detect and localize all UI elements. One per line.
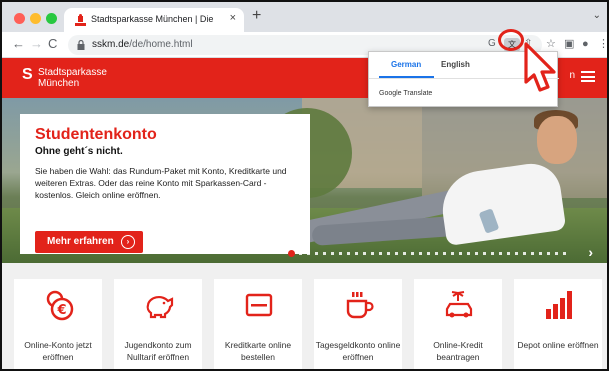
- reload-button[interactable]: C: [48, 37, 57, 51]
- tile-label: Jugendkonto zum Nulltarif eröffnen: [124, 340, 192, 362]
- tile-label: Online-Konto jetzt eröffnen: [24, 340, 92, 362]
- bar-chart-icon: [546, 291, 572, 319]
- url-path: /de/home.html: [129, 39, 193, 50]
- hero-banner: Studentenkonto Ohne geht´s nicht. Sie ha…: [2, 98, 607, 263]
- car-palm-icon: [445, 291, 473, 318]
- lock-icon: [77, 40, 85, 50]
- new-tab-button[interactable]: +: [252, 8, 261, 24]
- quick-link-tile[interactable]: Online-Kredit beantragen: [414, 279, 502, 369]
- url-text[interactable]: sskm.de/de/home.html: [92, 39, 193, 50]
- logo-line-1: Stadtsparkasse: [38, 67, 107, 78]
- quick-link-tile[interactable]: Tagesgeldkonto online eröffnen: [314, 279, 402, 369]
- carousel-dots[interactable]: [299, 252, 569, 255]
- chevron-right-circle-icon: ›: [121, 235, 135, 249]
- side-panel-icon[interactable]: ▣: [564, 38, 574, 50]
- tile-label: Tagesgeldkonto online eröffnen: [315, 340, 401, 362]
- google-lens-icon[interactable]: G: [488, 38, 496, 49]
- browser-menu-icon[interactable]: ⋮: [598, 38, 607, 50]
- mouse-pointer-icon: [524, 42, 556, 92]
- tile-label: Kreditkarte online bestellen: [224, 340, 292, 362]
- piggy-bank-icon: [146, 295, 174, 319]
- svg-text:€: €: [56, 303, 66, 318]
- tab-close-icon[interactable]: ×: [230, 12, 236, 24]
- hero-text: Sie haben die Wahl: das Rundum-Paket mit…: [35, 166, 287, 200]
- tab-search-icon[interactable]: ⌄: [593, 10, 601, 21]
- quick-link-tile[interactable]: € Online-Konto jetzt eröffnen: [14, 279, 102, 369]
- hero-subtitle: Ohne geht´s nicht.: [35, 146, 123, 157]
- browser-tab[interactable]: Stadtsparkasse München | Die ×: [64, 8, 244, 32]
- tile-label: Online-Kredit beantragen: [433, 340, 483, 362]
- translate-lang-target-tab[interactable]: English: [441, 60, 470, 69]
- credit-card-icon: [245, 293, 273, 317]
- carousel-next-icon[interactable]: ›: [588, 244, 593, 260]
- forward-button[interactable]: →: [30, 37, 43, 51]
- tile-label: Depot online eröffnen: [517, 340, 599, 350]
- hero-teaser-card: Studentenkonto Ohne geht´s nicht. Sie ha…: [20, 114, 310, 254]
- coffee-cup-icon: [346, 292, 374, 319]
- back-button[interactable]: ←: [12, 37, 25, 51]
- quick-link-tile[interactable]: Kreditkarte online bestellen: [214, 279, 302, 369]
- profile-avatar-icon[interactable]: ●: [582, 38, 589, 50]
- sparkasse-favicon-icon: [75, 14, 86, 26]
- quick-link-tile[interactable]: Depot online eröffnen: [514, 279, 602, 369]
- more-info-label: Mehr erfahren: [47, 236, 114, 247]
- maximize-window-button[interactable]: [46, 13, 57, 24]
- header-partial-text: n: [569, 70, 575, 81]
- quick-link-tile[interactable]: Jugendkonto zum Nulltarif eröffnen: [114, 279, 202, 369]
- browser-window: Stadtsparkasse München | Die × + ⌄ ← → C…: [0, 0, 609, 371]
- hamburger-menu-icon[interactable]: [581, 71, 595, 82]
- tab-title: Stadtsparkasse München | Die: [91, 14, 214, 24]
- url-host: sskm.de: [92, 39, 130, 50]
- hero-title: Studentenkonto: [35, 126, 157, 143]
- google-translate-brand: Google Translate: [379, 90, 433, 97]
- close-window-button[interactable]: [14, 13, 25, 24]
- carousel-dot-active[interactable]: [288, 250, 295, 257]
- minimize-window-button[interactable]: [30, 13, 41, 24]
- euro-coin-icon: €: [46, 290, 74, 321]
- sparkasse-logo-icon[interactable]: S: [22, 66, 33, 84]
- tab-strip: Stadtsparkasse München | Die × + ⌄: [2, 2, 607, 32]
- more-info-button[interactable]: Mehr erfahren ›: [35, 231, 143, 253]
- translate-lang-source-tab[interactable]: German: [391, 60, 421, 69]
- hero-person-head: [537, 116, 577, 164]
- site-logo-text[interactable]: Stadtsparkasse München: [38, 67, 107, 89]
- logo-line-2: München: [38, 78, 80, 89]
- quick-links-section: € Online-Konto jetzt eröffnen Jugendkont…: [2, 263, 607, 369]
